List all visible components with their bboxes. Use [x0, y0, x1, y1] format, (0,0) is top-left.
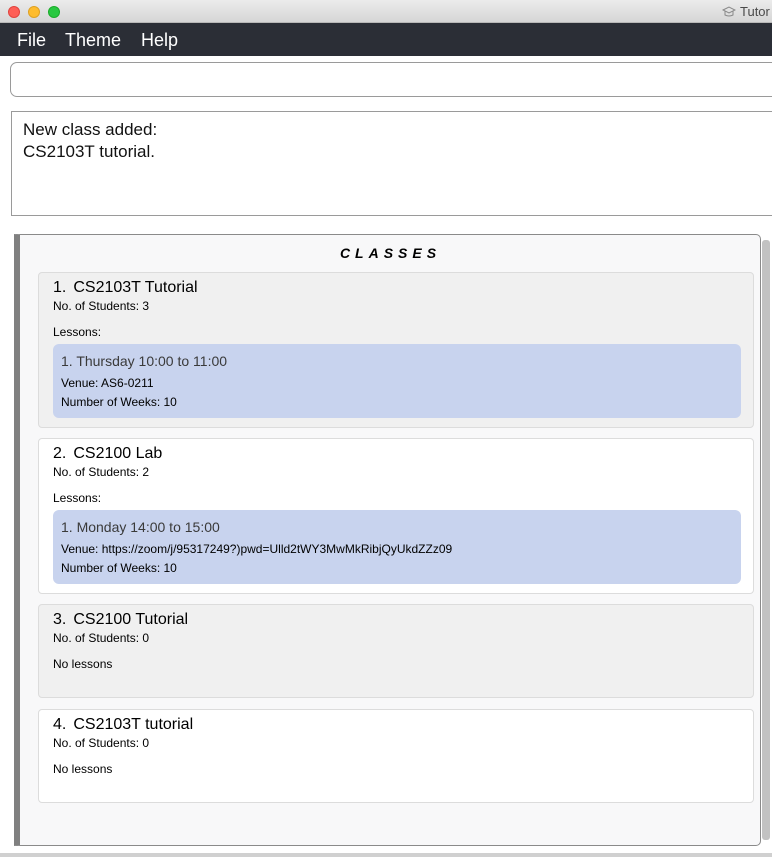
app-icon [721, 6, 737, 18]
menu-help[interactable]: Help [141, 30, 178, 51]
class-card[interactable]: 4. CS2103T tutorial No. of Students: 0 No… [38, 709, 754, 803]
menu-file[interactable]: File [17, 30, 46, 51]
result-display: New class added: CS2103T tutorial. [11, 111, 772, 216]
command-box [10, 62, 772, 97]
result-message-line-1: New class added: [23, 120, 158, 139]
lessons-label: Lessons: [53, 491, 102, 505]
lesson-venue: Venue: https://zoom/j/95317249?)pwd=Ulld… [61, 542, 453, 556]
menu-bar: File Theme Help [0, 23, 772, 56]
lesson-card[interactable]: 1. Monday 14:00 to 15:00 Venue: https://… [53, 510, 741, 584]
class-name: CS2100 Tutorial [73, 611, 189, 628]
window-bottom-edge [0, 853, 772, 857]
title-bar: Tutor [0, 0, 772, 23]
class-name: CS2103T Tutorial [73, 279, 198, 296]
lesson-weeks: Number of Weeks: 10 [61, 395, 177, 409]
class-name: CS2103T tutorial [73, 716, 194, 733]
lesson-time: 1. Monday 14:00 to 15:00 [61, 519, 220, 535]
class-title: 1. CS2103T Tutorial [53, 279, 198, 297]
student-count: No. of Students: 3 [53, 299, 150, 313]
class-index: 2. [53, 445, 67, 462]
result-message-line-2: CS2103T tutorial. [23, 142, 155, 161]
class-card[interactable]: 2. CS2100 Lab No. of Students: 2 Lessons:… [38, 438, 754, 594]
class-index: 1. [53, 279, 67, 296]
classes-panel: CLASSES 1. CS2103T Tutorial No. of Studen… [14, 234, 761, 846]
class-title: 3. CS2100 Tutorial [53, 611, 188, 629]
classes-scrollbar[interactable] [762, 240, 770, 840]
lessons-label: Lessons: [53, 325, 102, 339]
class-index: 3. [53, 611, 67, 628]
window-title-text: Tutor [740, 4, 770, 19]
maximize-window-button[interactable] [48, 6, 60, 18]
close-window-button[interactable] [8, 6, 20, 18]
no-lessons-label: No lessons [53, 762, 113, 776]
class-title: 2. CS2100 Lab [53, 445, 162, 463]
minimize-window-button[interactable] [28, 6, 40, 18]
lesson-weeks: Number of Weeks: 10 [61, 561, 177, 575]
lesson-card[interactable]: 1. Thursday 10:00 to 11:00 Venue: AS6-02… [53, 344, 741, 418]
lesson-venue: Venue: AS6-0211 [61, 376, 154, 390]
no-lessons-label: No lessons [53, 657, 113, 671]
class-index: 4. [53, 716, 67, 733]
class-title: 4. CS2103T tutorial [53, 716, 193, 734]
lesson-time: 1. Thursday 10:00 to 11:00 [61, 353, 228, 369]
menu-theme[interactable]: Theme [65, 30, 121, 51]
class-name: CS2100 Lab [73, 445, 163, 462]
classes-panel-header: CLASSES [339, 245, 442, 261]
command-input[interactable] [19, 67, 763, 94]
student-count: No. of Students: 0 [53, 736, 150, 750]
student-count: No. of Students: 0 [53, 631, 150, 645]
window-title: Tutor [721, 4, 770, 19]
class-card[interactable]: 1. CS2103T Tutorial No. of Students: 3 Le… [38, 272, 754, 428]
student-count: No. of Students: 2 [53, 465, 150, 479]
class-card[interactable]: 3. CS2100 Tutorial No. of Students: 0 No … [38, 604, 754, 698]
